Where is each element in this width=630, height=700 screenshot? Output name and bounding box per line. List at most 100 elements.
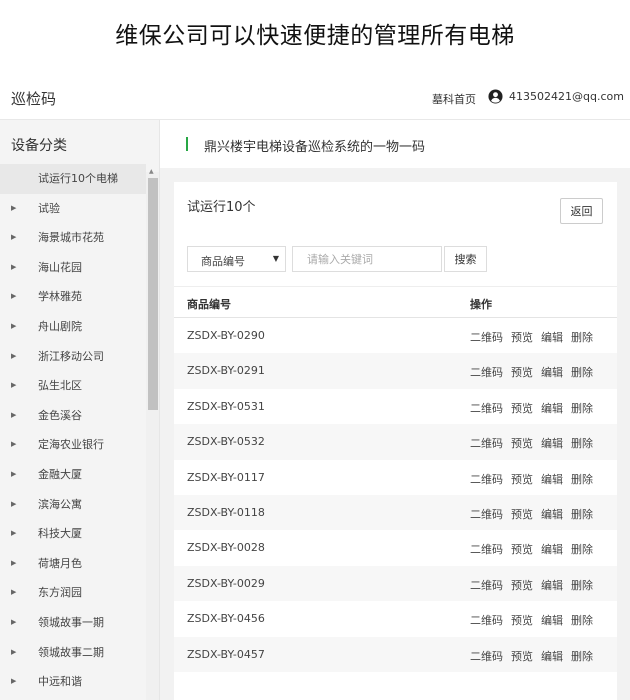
sidebar-item[interactable]: ▶ 滨海公寓 (0, 490, 146, 520)
edit-link[interactable]: 编辑 (541, 435, 563, 451)
edit-link[interactable]: 编辑 (541, 506, 563, 522)
qrcode-link[interactable]: 二维码 (470, 648, 503, 664)
delete-link[interactable]: 删除 (571, 471, 593, 487)
chevron-right-icon[interactable]: ▶ (11, 401, 16, 431)
preview-link[interactable]: 预览 (511, 577, 533, 593)
delete-link[interactable]: 删除 (571, 612, 593, 628)
sidebar-item[interactable]: ▶ 学林雅苑 (0, 282, 146, 312)
qrcode-link[interactable]: 二维码 (470, 400, 503, 416)
row-actions: 二维码 预览 编辑 删除 (470, 364, 593, 380)
preview-link[interactable]: 预览 (511, 612, 533, 628)
chevron-right-icon[interactable]: ▶ (11, 638, 16, 668)
row-actions: 二维码 预览 编辑 删除 (470, 329, 593, 345)
chevron-right-icon[interactable]: ▶ (11, 371, 16, 401)
edit-link[interactable]: 编辑 (541, 612, 563, 628)
preview-link[interactable]: 预览 (511, 541, 533, 557)
table-row: ZSDX-BY-0290 二维码 预览 编辑 删除 (174, 318, 617, 354)
delete-link[interactable]: 删除 (571, 400, 593, 416)
qrcode-link[interactable]: 二维码 (470, 541, 503, 557)
sidebar-item[interactable]: ▶ 浙江移动公司 (0, 342, 146, 372)
chevron-right-icon[interactable]: ▶ (11, 667, 16, 697)
preview-link[interactable]: 预览 (511, 506, 533, 522)
qrcode-link[interactable]: 二维码 (470, 506, 503, 522)
qrcode-link[interactable]: 二维码 (470, 364, 503, 380)
home-link[interactable]: 墓科首页 (432, 91, 476, 107)
chevron-right-icon[interactable]: ▶ (11, 578, 16, 608)
notice-bar: 鼎兴楼宇电梯设备巡检系统的一物一码 (160, 120, 630, 168)
sidebar-item[interactable]: ▶ 领城故事一期 (0, 608, 146, 638)
sidebar-item[interactable]: ▶ 试验 (0, 194, 146, 224)
sidebar-item[interactable]: ▶ 海景城市花苑 (0, 223, 146, 253)
accent-bar (186, 137, 188, 151)
caret-down-icon: ▼ (272, 254, 279, 263)
search-field-select[interactable]: 商品编号 ▼ (187, 246, 286, 272)
preview-link[interactable]: 预览 (511, 648, 533, 664)
edit-link[interactable]: 编辑 (541, 329, 563, 345)
chevron-right-icon[interactable]: ▶ (11, 194, 16, 224)
sidebar-item[interactable]: ▶ 金色溪谷 (0, 401, 146, 431)
preview-link[interactable]: 预览 (511, 471, 533, 487)
preview-link[interactable]: 预览 (511, 364, 533, 380)
edit-link[interactable]: 编辑 (541, 364, 563, 380)
sidebar-item-label: 金色溪谷 (38, 408, 82, 422)
sidebar-item[interactable]: ▶ 科技大厦 (0, 519, 146, 549)
sidebar-item[interactable]: ▶ 荷塘月色 (0, 549, 146, 579)
sidebar-scroll-thumb[interactable] (148, 178, 158, 410)
sidebar-item-label: 海山花园 (38, 260, 82, 274)
chevron-right-icon[interactable]: ▶ (11, 312, 16, 342)
sidebar-item[interactable]: ▶ 舟山剧院 (0, 312, 146, 342)
sidebar-item[interactable]: 试运行10个电梯 (0, 164, 146, 194)
sidebar-item-label: 定海农业银行 (38, 438, 104, 452)
code-cell: ZSDX-BY-0291 (187, 364, 265, 378)
list-card: 试运行10个 返回 商品编号 ▼ 搜索 商品编号 操作 ZSDX-BY-0290… (174, 182, 617, 700)
chevron-right-icon[interactable]: ▶ (11, 282, 16, 312)
user-menu[interactable]: 413502421@qq.com ▼ (488, 89, 630, 104)
sidebar-item[interactable]: ▶ 海山花园 (0, 253, 146, 283)
chevron-right-icon[interactable]: ▶ (11, 253, 16, 283)
back-button[interactable]: 返回 (560, 198, 603, 224)
edit-link[interactable]: 编辑 (541, 577, 563, 593)
preview-link[interactable]: 预览 (511, 400, 533, 416)
chevron-right-icon[interactable]: ▶ (11, 608, 16, 638)
qrcode-link[interactable]: 二维码 (470, 577, 503, 593)
app-title: 巡检码 (11, 90, 57, 108)
preview-link[interactable]: 预览 (511, 435, 533, 451)
sidebar-item[interactable]: ▶ 金融大厦 (0, 460, 146, 490)
table-row: ZSDX-BY-0456 二维码 预览 编辑 删除 (174, 601, 617, 637)
sidebar-item-label: 海景城市花苑 (38, 231, 104, 245)
search-button[interactable]: 搜索 (444, 246, 487, 272)
delete-link[interactable]: 删除 (571, 506, 593, 522)
sidebar-item[interactable]: ▶ 定海农业银行 (0, 430, 146, 460)
row-actions: 二维码 预览 编辑 删除 (470, 435, 593, 451)
preview-link[interactable]: 预览 (511, 329, 533, 345)
chevron-right-icon[interactable]: ▶ (11, 519, 16, 549)
delete-link[interactable]: 删除 (571, 577, 593, 593)
sidebar-item[interactable]: ▶ 东方润园 (0, 578, 146, 608)
chevron-right-icon[interactable]: ▶ (11, 342, 16, 372)
qrcode-link[interactable]: 二维码 (470, 435, 503, 451)
sidebar-item[interactable]: ▶ 领城故事二期 (0, 638, 146, 668)
qrcode-link[interactable]: 二维码 (470, 612, 503, 628)
qrcode-link[interactable]: 二维码 (470, 329, 503, 345)
edit-link[interactable]: 编辑 (541, 471, 563, 487)
sidebar-item[interactable]: ▶ 中远和谐 (0, 667, 146, 697)
edit-link[interactable]: 编辑 (541, 648, 563, 664)
chevron-right-icon[interactable]: ▶ (11, 460, 16, 490)
delete-link[interactable]: 删除 (571, 329, 593, 345)
edit-link[interactable]: 编辑 (541, 400, 563, 416)
delete-link[interactable]: 删除 (571, 648, 593, 664)
chevron-right-icon[interactable]: ▶ (11, 549, 16, 579)
chevron-right-icon[interactable]: ▶ (11, 223, 16, 253)
delete-link[interactable]: 删除 (571, 435, 593, 451)
scroll-up-icon[interactable]: ▲ (149, 168, 154, 175)
chevron-right-icon[interactable]: ▶ (11, 430, 16, 460)
sidebar-item-label: 领城故事二期 (38, 645, 104, 659)
delete-link[interactable]: 删除 (571, 541, 593, 557)
sidebar-item[interactable]: ▶ 弘生北区 (0, 371, 146, 401)
table-row: ZSDX-BY-0532 二维码 预览 编辑 删除 (174, 424, 617, 460)
qrcode-link[interactable]: 二维码 (470, 471, 503, 487)
keyword-input[interactable] (292, 246, 442, 272)
delete-link[interactable]: 删除 (571, 364, 593, 380)
edit-link[interactable]: 编辑 (541, 541, 563, 557)
chevron-right-icon[interactable]: ▶ (11, 490, 16, 520)
